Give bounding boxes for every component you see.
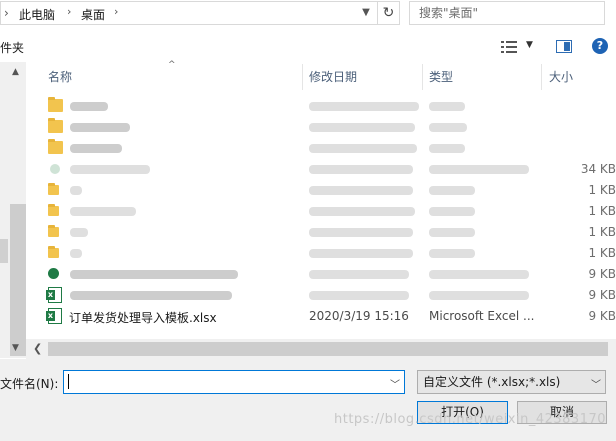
column-divider[interactable] (541, 64, 542, 90)
file-type-filter-select[interactable]: 自定义文件 (*.xlsx;*.xls) (417, 370, 606, 394)
help-icon[interactable]: ? (592, 38, 608, 54)
view-options-icon[interactable] (501, 40, 519, 54)
list-item[interactable]: 订单发货处理导入模板.xlsx 2020/3/19 15:16 Microsof… (42, 306, 616, 327)
list-item[interactable]: 9 KB (42, 264, 616, 285)
watermark-text: https://blog.csdn.net/weixin_42383170 (334, 412, 607, 427)
filter-dropdown-icon[interactable]: ﹀ (591, 376, 601, 391)
nav-pane-scrollbar-thumb[interactable] (10, 204, 26, 356)
file-size: 9 KB (588, 288, 616, 302)
filename-label: 文件名(N): (0, 377, 59, 391)
new-folder-button[interactable]: 件夹 (0, 39, 24, 56)
folder-icon (48, 139, 63, 154)
list-item[interactable]: 1 KB (42, 243, 616, 264)
filename-input[interactable] (63, 370, 405, 394)
address-bar[interactable]: › 此电脑 › 桌面 › ▼ (0, 1, 378, 25)
file-size: 1 KB (588, 183, 616, 197)
filename-dropdown-icon[interactable]: ﹀ (390, 376, 400, 391)
scroll-left-icon[interactable]: ❮ (33, 342, 42, 355)
column-header-date[interactable]: 修改日期 (309, 64, 357, 90)
list-item[interactable] (42, 117, 616, 138)
list-item[interactable]: 1 KB (42, 222, 616, 243)
file-size: 1 KB (588, 204, 616, 218)
excel-file-icon (46, 308, 62, 324)
horizontal-scrollbar-thumb[interactable] (48, 342, 608, 356)
refresh-icon[interactable]: ↻ (378, 1, 400, 25)
shortcut-icon (48, 183, 59, 195)
preview-pane-icon[interactable] (556, 40, 572, 53)
file-date: 2020/3/19 15:16 (309, 309, 409, 323)
list-item[interactable] (42, 138, 616, 159)
list-item[interactable] (42, 96, 616, 117)
file-size: 1 KB (588, 225, 616, 239)
text-caret (68, 374, 69, 389)
breadcrumb-separator-icon[interactable]: › (114, 5, 118, 18)
file-name: 订单发货处理导入模板.xlsx (69, 311, 217, 325)
column-header-size[interactable]: 大小 (549, 64, 573, 90)
file-size: 34 KB (580, 162, 616, 176)
file-size: 1 KB (588, 246, 616, 260)
breadcrumb-desktop[interactable]: 桌面 (81, 6, 105, 23)
sort-ascending-icon: ^ (168, 60, 176, 70)
list-item[interactable]: 9 KB (42, 285, 616, 306)
nav-pane-selected-item[interactable] (0, 239, 8, 263)
address-dropdown-icon[interactable]: ▼ (358, 5, 374, 21)
file-icon (50, 164, 60, 174)
search-input[interactable]: 搜索"桌面" (409, 1, 605, 25)
column-divider[interactable] (302, 64, 303, 90)
column-divider[interactable] (422, 64, 423, 90)
breadcrumb-chevron-icon[interactable]: › (4, 6, 9, 20)
folder-icon (48, 97, 63, 112)
folder-icon (48, 118, 63, 133)
shortcut-icon (48, 246, 59, 258)
excel-file-icon (48, 268, 59, 279)
column-header-name[interactable]: 名称 (48, 64, 72, 90)
breadcrumb-separator-icon[interactable]: › (67, 5, 71, 18)
shortcut-icon (48, 204, 59, 216)
file-size: 9 KB (588, 309, 616, 323)
list-item[interactable]: 34 KB (42, 159, 616, 180)
file-size: 9 KB (588, 267, 616, 281)
column-header-type[interactable]: 类型 (429, 64, 453, 90)
shortcut-icon (48, 225, 59, 237)
excel-file-icon (46, 287, 62, 303)
view-dropdown-icon[interactable]: ▼ (526, 40, 533, 50)
scroll-up-icon[interactable]: ▲ (12, 67, 19, 77)
file-type: Microsoft Excel ... (429, 309, 535, 323)
breadcrumb-this-pc[interactable]: 此电脑 (19, 6, 55, 23)
scroll-down-icon[interactable]: ▼ (12, 343, 19, 353)
list-item[interactable]: 1 KB (42, 201, 616, 222)
list-item[interactable]: 1 KB (42, 180, 616, 201)
